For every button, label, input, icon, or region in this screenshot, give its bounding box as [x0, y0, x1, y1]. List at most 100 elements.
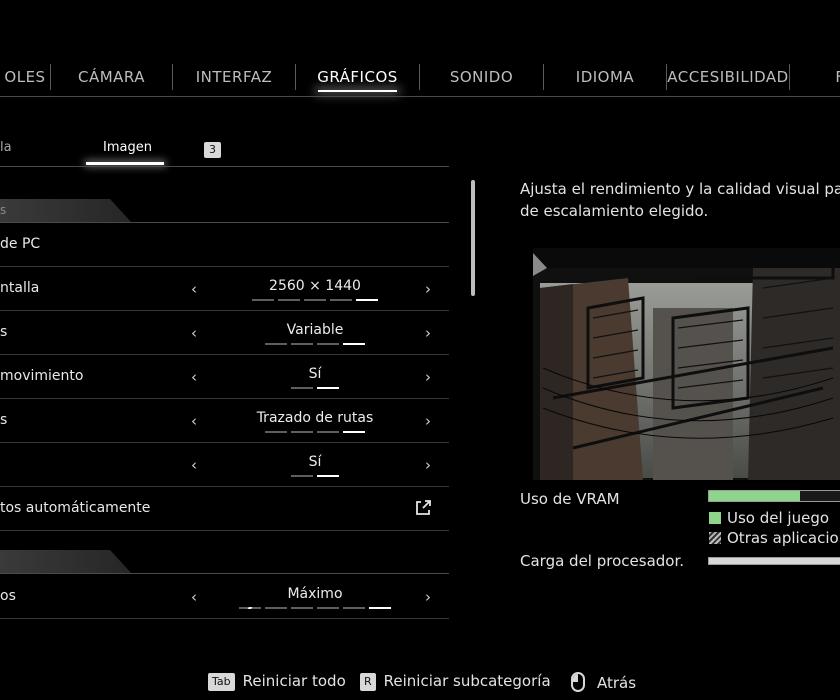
option-pip — [317, 343, 339, 345]
vram-usage-bar — [708, 490, 840, 502]
tab-camara[interactable]: CÁMARA — [51, 56, 172, 96]
legend-other: Otras aplicacion — [709, 529, 840, 547]
legend-swatch-green — [709, 512, 721, 524]
tab-sonido[interactable]: SONIDO — [420, 56, 543, 96]
option-pip — [265, 607, 287, 609]
cpu-load-label: Carga del procesador. — [520, 552, 685, 570]
chevron-left-icon[interactable]: ‹ — [191, 368, 197, 386]
setting-value: Sí — [308, 454, 322, 470]
setting-label: ntalla — [0, 280, 40, 296]
setting-label: os — [0, 588, 16, 604]
option-pip — [291, 387, 313, 389]
chevron-left-icon[interactable]: ‹ — [191, 588, 197, 606]
option-pip — [265, 343, 287, 345]
setting-row-toggle[interactable]: ‹ Sí › — [0, 443, 449, 487]
setting-value: Sí — [308, 366, 322, 382]
chevron-left-icon[interactable]: ‹ — [191, 324, 197, 342]
chevron-left-icon[interactable]: ‹ — [191, 280, 197, 298]
legend-other-label: Otras aplicacion — [727, 529, 840, 547]
option-pip — [317, 607, 339, 609]
back-button[interactable]: Atrás — [571, 672, 636, 692]
legend-swatch-hatched — [709, 532, 721, 544]
subtab-active-indicator — [86, 162, 164, 165]
legend-game-label: Uso del juego — [727, 509, 830, 527]
chevron-right-icon[interactable]: › — [425, 368, 431, 386]
setting-label: de PC — [0, 236, 41, 252]
legend-game: Uso del juego — [709, 509, 829, 527]
reset-all-label: Reiniciar todo — [242, 672, 346, 690]
option-pip — [278, 299, 300, 301]
option-pip — [291, 431, 313, 433]
option-pip — [291, 475, 313, 477]
setting-row-framerate[interactable]: s ‹ Variable › — [0, 311, 449, 355]
tab-controles[interactable]: OLES — [0, 56, 50, 96]
option-pip — [265, 431, 287, 433]
preview-image — [533, 248, 840, 480]
chevron-left-icon[interactable]: ‹ — [191, 412, 197, 430]
tab-accesibilidad[interactable]: ACCESIBILIDAD — [667, 56, 789, 96]
option-pip — [369, 607, 391, 609]
option-pip — [239, 607, 261, 609]
setting-label: s — [0, 324, 8, 340]
option-pip — [252, 299, 274, 301]
section-header-label: s — [0, 203, 7, 217]
cpu-load-fill — [709, 558, 840, 564]
tabs-divider-line — [0, 96, 840, 97]
option-pip — [343, 431, 365, 433]
cpu-load-bar — [708, 557, 840, 565]
subtab-pantalla[interactable]: la — [0, 140, 12, 155]
chevron-right-icon[interactable]: › — [425, 280, 431, 298]
option-pips — [210, 607, 420, 609]
setting-row-quality-preset[interactable]: os ‹ Máximo › — [0, 575, 449, 619]
mouse-right-click-icon — [571, 672, 585, 692]
option-pips — [210, 387, 420, 389]
r-key-icon: R — [360, 673, 376, 691]
setting-row-motion-blur[interactable]: movimiento ‹ Sí › — [0, 355, 449, 399]
chevron-right-icon[interactable]: › — [425, 588, 431, 606]
chevron-right-icon[interactable]: › — [425, 456, 431, 474]
option-pip — [330, 299, 352, 301]
tab-key-icon: Tab — [208, 673, 235, 691]
vram-game-fill — [709, 491, 801, 501]
chevron-right-icon[interactable]: › — [425, 324, 431, 342]
chevron-right-icon[interactable]: › — [425, 412, 431, 430]
setting-row-resolution[interactable]: ntalla ‹ 2560 × 1440 › — [0, 267, 449, 311]
tab-interfaz[interactable]: INTERFAZ — [173, 56, 295, 96]
option-pips — [210, 343, 420, 345]
option-pips — [210, 431, 420, 433]
option-pip — [343, 607, 365, 609]
option-pips — [210, 299, 420, 301]
tab-idioma[interactable]: IDIOMA — [544, 56, 666, 96]
subtab-imagen[interactable]: Imagen — [103, 140, 152, 155]
back-label: Atrás — [597, 674, 637, 692]
subtabs-divider-line — [0, 166, 449, 167]
setting-value: Trazado de rutas — [256, 410, 374, 426]
list-scrollbar[interactable] — [471, 180, 475, 296]
reset-subcategory-button[interactable]: R Reiniciar subcategoría — [360, 672, 551, 691]
chevron-left-icon[interactable]: ‹ — [191, 456, 197, 474]
setting-row-auto-adjust[interactable]: tos automáticamente — [0, 487, 449, 531]
option-pip — [343, 343, 365, 345]
setting-label: s — [0, 412, 8, 428]
setting-value: Máximo — [287, 586, 343, 602]
option-pip — [317, 475, 339, 477]
section-header — [0, 550, 449, 574]
tab-graficos[interactable]: GRÁFICOS — [296, 56, 419, 96]
setting-value: 2560 × 1440 — [269, 278, 361, 294]
option-pip — [304, 299, 326, 301]
setting-row-pc-specs[interactable]: de PC — [0, 223, 449, 267]
vram-label: Uso de VRAM — [520, 490, 620, 508]
reset-all-button[interactable]: Tab Reiniciar todo — [208, 672, 346, 691]
category-tabs: OLES CÁMARA INTERFAZ GRÁFICOS SONIDO IDI… — [0, 56, 840, 98]
external-link-icon[interactable] — [414, 499, 432, 521]
setting-label: movimiento — [0, 368, 84, 384]
description-line: de escalamiento elegido. — [520, 202, 709, 220]
setting-description: Ajusta el rendimiento y la calidad visua… — [520, 178, 840, 222]
option-pip — [356, 299, 378, 301]
option-pips — [210, 475, 420, 477]
reset-subcategory-label: Reiniciar subcategoría — [383, 672, 551, 690]
tab-next[interactable]: F — [790, 56, 840, 96]
setting-row-ray-tracing[interactable]: s ‹ Trazado de rutas › — [0, 399, 449, 443]
section-header: s — [0, 199, 449, 223]
setting-value: Variable — [286, 322, 344, 338]
